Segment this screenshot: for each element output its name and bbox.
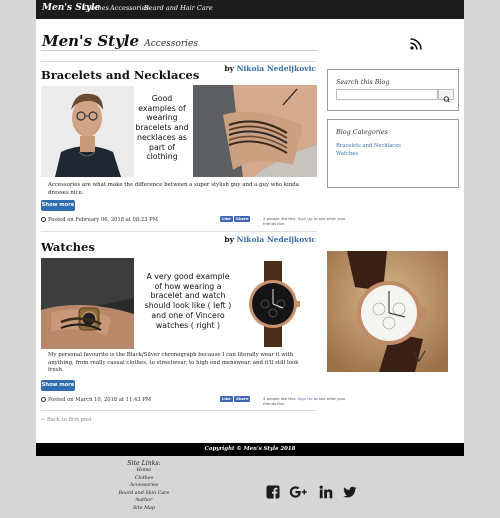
post-divider: [41, 61, 317, 62]
google-plus-icon[interactable]: [289, 485, 309, 499]
rss-icon[interactable]: [410, 38, 422, 50]
fb-count: 2 people like this.: [263, 216, 297, 221]
post-date-text: Posted on February 06, 2018 at 08:23 PM: [48, 217, 158, 223]
post-date: Posted on March 10, 2018 at 11:43 PM: [41, 397, 151, 403]
title-divider: [41, 50, 317, 51]
nav-beard-hair-care[interactable]: Beard and Hair Care: [144, 4, 213, 12]
facebook-like-widget: Like Share 2 people like this. Sign Up t…: [220, 216, 346, 228]
search-row: [336, 89, 454, 103]
clock-icon: [41, 217, 46, 222]
page-container: Men's Style Accessories by Nikola Nedelj…: [36, 19, 464, 445]
post-caption: A very good example of how wearing a bra…: [144, 272, 232, 330]
fb-share-button[interactable]: Share: [233, 396, 251, 402]
show-more-button[interactable]: Show more: [41, 380, 75, 391]
author-link[interactable]: Nikola Nedeljkovic: [237, 64, 316, 73]
search-icon: [443, 96, 450, 103]
site-link-home[interactable]: Home: [110, 467, 178, 475]
fb-signup-link[interactable]: Sign Up: [298, 216, 313, 221]
by-label: by: [224, 235, 234, 244]
fb-like-button[interactable]: Like: [220, 396, 233, 402]
category-link-bracelets[interactable]: Bracelets and Necklaces: [336, 143, 401, 149]
post-excerpt: Accessories are what make the difference…: [48, 182, 299, 196]
fb-like-text: 2 people like this. Sign Up to see what …: [263, 216, 355, 227]
post-byline: by Nikola Nedeljkovic: [224, 235, 316, 244]
show-more-button[interactable]: Show more: [41, 200, 75, 211]
post-image-man-bracelets: [41, 86, 134, 177]
post-date: Posted on February 06, 2018 at 08:23 PM: [41, 217, 158, 223]
fb-count: 4 people like this.: [263, 396, 297, 401]
search-widget-title: Search this Blog: [336, 78, 390, 86]
nav-accessories[interactable]: Accessories: [110, 4, 149, 12]
search-button[interactable]: [438, 89, 454, 103]
categories-widget: Blog Categories Bracelets and Necklaces …: [327, 119, 459, 188]
linkedin-icon[interactable]: [319, 485, 333, 499]
back-to-first-post-link[interactable]: ← Back to first post: [41, 417, 92, 423]
post-byline: by Nikola Nedeljkovic: [224, 64, 316, 73]
site-links: Site Links: Home Clothes Accessories Bea…: [110, 460, 178, 512]
facebook-like-widget: Like Share 4 people like this. Sign Up t…: [220, 396, 346, 408]
page-title-main: Men's Style: [42, 32, 140, 50]
fb-share-button[interactable]: Share: [233, 216, 251, 222]
top-navbar: Men's Style Clothes Accessories Beard an…: [36, 0, 464, 19]
post-caption: Good examples of wearing bracelets and n…: [135, 94, 189, 162]
search-widget: Search this Blog: [327, 69, 459, 111]
site-link-author[interactable]: Author: [110, 497, 178, 505]
post-image-wrist-watch: [41, 258, 134, 349]
site-link-beard-skin-care[interactable]: Beard and Skin Care: [110, 490, 178, 498]
fb-signup-link[interactable]: Sign Up: [298, 396, 313, 401]
site-link-accessories[interactable]: Accessories: [110, 482, 178, 490]
site-link-clothes[interactable]: Clothes: [110, 475, 178, 483]
page-title-sub: Accessories: [144, 39, 198, 49]
post-divider: [41, 231, 317, 232]
site-link-site-map[interactable]: Site Map: [110, 505, 178, 513]
categories-widget-title: Blog Categories: [336, 128, 388, 136]
author-link[interactable]: Nikola Nedeljkovic: [237, 235, 316, 244]
by-label: by: [224, 64, 234, 73]
fb-like-button[interactable]: Like: [220, 216, 233, 222]
nav-clothes[interactable]: Clothes: [84, 4, 109, 12]
footer-copyright: Copyright © Men's Style 2018: [36, 443, 464, 456]
clock-icon: [41, 397, 46, 402]
post-image-vincero-watch: [244, 261, 302, 347]
twitter-icon[interactable]: [343, 485, 357, 499]
page-title: Men's Style Accessories: [42, 32, 198, 50]
site-links-title: Site Links:: [127, 460, 161, 467]
facebook-icon[interactable]: [266, 485, 280, 499]
search-input[interactable]: [336, 89, 438, 100]
fb-like-text: 4 people like this. Sign Up to see what …: [263, 396, 355, 407]
post-excerpt: My personal favourite is the Black/Silve…: [48, 352, 299, 374]
post-title[interactable]: Watches: [41, 240, 95, 254]
post-date-text: Posted on March 10, 2018 at 11:43 PM: [48, 397, 152, 403]
sidebar-watch-image: [327, 251, 448, 372]
post-image-wrist-bracelets: [193, 85, 317, 177]
category-link-watches[interactable]: Watches: [336, 151, 358, 157]
post-title[interactable]: Bracelets and Necklaces: [41, 68, 199, 82]
post-divider: [41, 410, 317, 411]
